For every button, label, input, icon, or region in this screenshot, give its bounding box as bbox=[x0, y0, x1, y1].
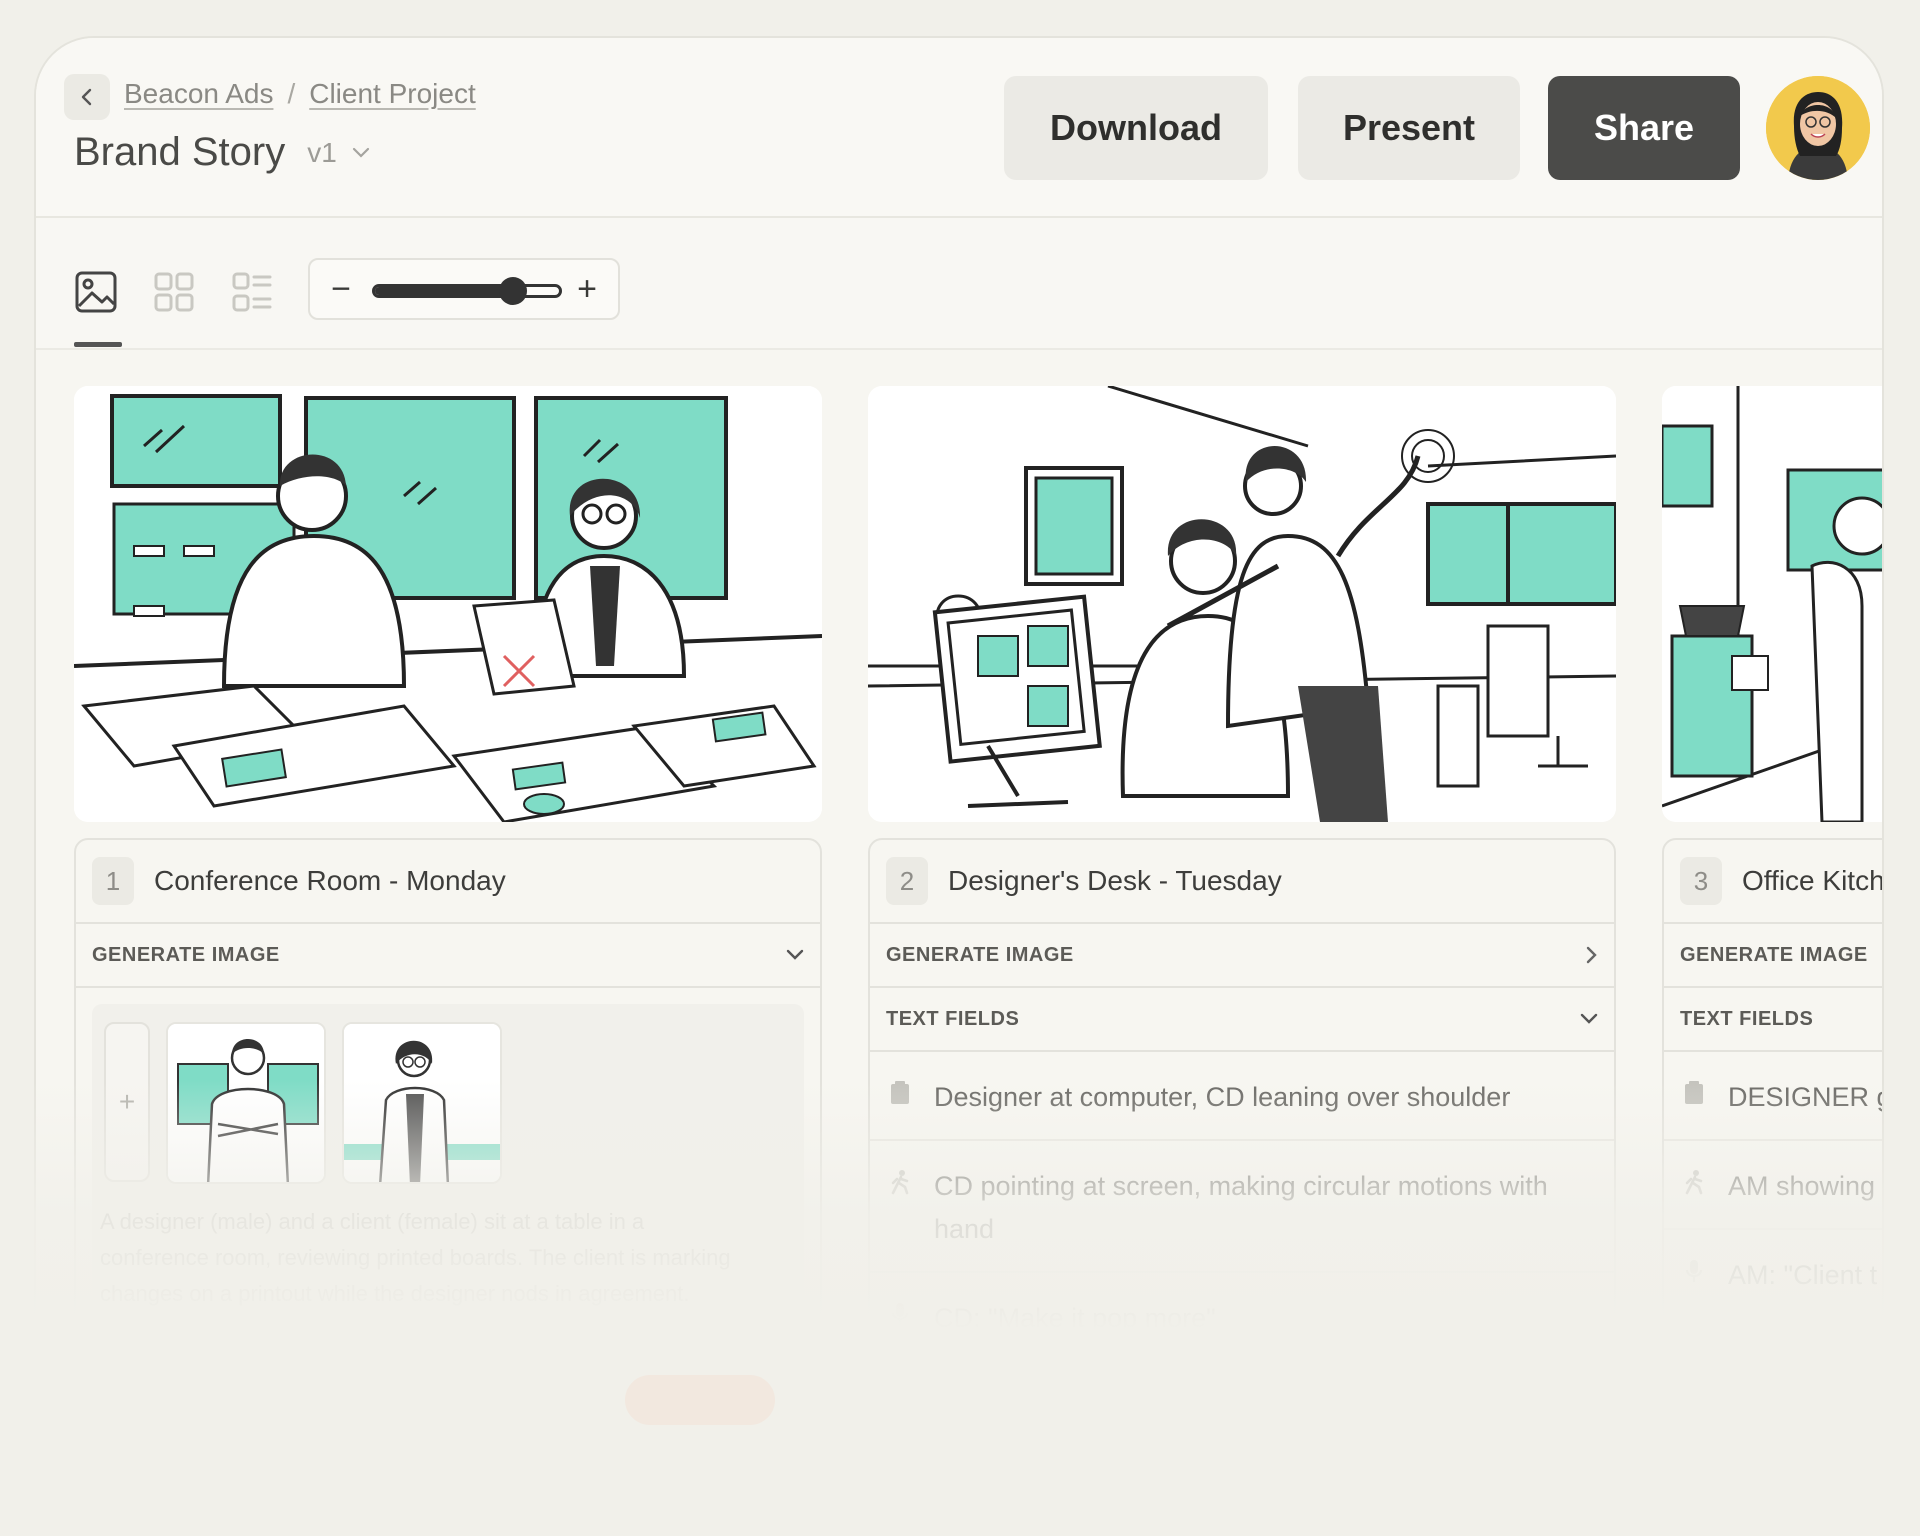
field-text: CD pointing at screen, making circular m… bbox=[934, 1171, 1548, 1244]
scene-image-3[interactable] bbox=[1662, 386, 1882, 822]
microphone-icon bbox=[1685, 1260, 1703, 1282]
view-toolbar: − + bbox=[36, 218, 1882, 350]
grid-view-icon[interactable] bbox=[152, 270, 196, 314]
back-button[interactable] bbox=[64, 74, 110, 120]
section-label: GENERATE IMAGE bbox=[92, 943, 280, 966]
generate-image-panel: + A designer (male) and a client (female… bbox=[92, 1004, 804, 1524]
avatar[interactable] bbox=[1766, 76, 1870, 180]
clapperboard-icon bbox=[891, 1081, 909, 1104]
active-view-indicator bbox=[74, 342, 122, 347]
download-button[interactable]: Download bbox=[1004, 76, 1268, 180]
field-text: Designer at computer, CD leaning over sh… bbox=[934, 1082, 1511, 1112]
text-field-action[interactable]: AM showing bbox=[1664, 1141, 1882, 1230]
walking-person-icon bbox=[891, 1170, 909, 1195]
text-field-action[interactable]: CD pointing at screen, making circular m… bbox=[870, 1141, 1614, 1273]
scene-title[interactable]: Office Kitch bbox=[1742, 865, 1882, 897]
field-text: CD: "Make it pop more" bbox=[934, 1303, 1216, 1333]
text-fields-section-toggle[interactable]: TEXT FIELDS bbox=[1664, 988, 1882, 1052]
image-view-icon[interactable] bbox=[74, 270, 118, 314]
conference-room-illustration bbox=[74, 386, 822, 822]
user-avatar-icon bbox=[1766, 76, 1870, 180]
breadcrumb: Beacon Ads / Client Project bbox=[124, 78, 476, 110]
text-field-dialogue[interactable]: AM: "Client t bbox=[1664, 1230, 1882, 1319]
scene-description[interactable]: A designer (male) and a client (female) … bbox=[100, 1204, 740, 1312]
scene-header: 3 Office Kitch bbox=[1664, 840, 1882, 924]
text-field-dialogue[interactable]: CD: "Make it pop more" bbox=[870, 1273, 1614, 1362]
generate-image-section-toggle[interactable]: GENERATE IMAGE bbox=[76, 924, 820, 988]
zoom-slider[interactable] bbox=[372, 277, 562, 305]
header: Beacon Ads / Client Project Brand Story … bbox=[36, 38, 1882, 218]
scene-panel-1: 1 Conference Room - Monday GENERATE IMAG… bbox=[74, 838, 822, 1534]
chevron-down-icon bbox=[786, 949, 804, 960]
chevron-right-icon bbox=[1586, 946, 1597, 964]
section-label: GENERATE IMAGE bbox=[886, 943, 1074, 966]
client-character-thumbnail bbox=[344, 1024, 500, 1182]
field-text: AM showing bbox=[1728, 1171, 1876, 1201]
breadcrumb-beacon-ads[interactable]: Beacon Ads bbox=[124, 78, 273, 110]
zoom-slider-thumb[interactable] bbox=[499, 277, 527, 305]
scene-number: 1 bbox=[92, 857, 134, 905]
scene-image-2[interactable] bbox=[868, 386, 1616, 822]
scene-number: 2 bbox=[886, 857, 928, 905]
section-label: GENERATE IMAGE bbox=[1680, 943, 1868, 966]
app-window: Beacon Ads / Client Project Brand Story … bbox=[34, 36, 1884, 1536]
scene-image-1[interactable] bbox=[74, 386, 822, 822]
scene-panel-2: 2 Designer's Desk - Tuesday GENERATE IMA… bbox=[868, 838, 1616, 1534]
field-text: AM: "Client t bbox=[1728, 1260, 1878, 1290]
document-title-row: Brand Story v1 bbox=[74, 130, 371, 175]
scene-number: 3 bbox=[1680, 857, 1722, 905]
present-button[interactable]: Present bbox=[1298, 76, 1520, 180]
share-button[interactable]: Share bbox=[1548, 76, 1740, 180]
scene-card-2: 2 Designer's Desk - Tuesday GENERATE IMA… bbox=[868, 386, 1616, 1534]
reference-thumbnail-client[interactable] bbox=[342, 1022, 502, 1184]
scene-panel-3: 3 Office Kitch GENERATE IMAGE TEXT FIELD… bbox=[1662, 838, 1884, 1534]
designer-character-thumbnail bbox=[168, 1024, 324, 1182]
version-label[interactable]: v1 bbox=[307, 137, 337, 169]
zoom-out-button[interactable]: − bbox=[326, 270, 356, 309]
walking-person-icon bbox=[1685, 1170, 1703, 1195]
reference-thumbnail-designer[interactable] bbox=[166, 1022, 326, 1184]
scene-header: 1 Conference Room - Monday bbox=[76, 840, 820, 924]
zoom-slider-fill bbox=[375, 287, 513, 295]
scene-title[interactable]: Designer's Desk - Tuesday bbox=[948, 865, 1282, 897]
generate-button-faded bbox=[625, 1375, 775, 1425]
generate-image-section-toggle[interactable]: GENERATE IMAGE bbox=[1664, 924, 1882, 988]
list-view-icon[interactable] bbox=[230, 270, 274, 314]
microphone-icon bbox=[891, 1303, 909, 1325]
text-field-scene[interactable]: Designer at computer, CD leaning over sh… bbox=[870, 1052, 1614, 1141]
designer-desk-illustration bbox=[868, 386, 1616, 822]
breadcrumb-separator: / bbox=[287, 78, 296, 109]
chevron-down-icon bbox=[1580, 1013, 1598, 1024]
section-label: TEXT FIELDS bbox=[1680, 1007, 1814, 1030]
page-title: Brand Story bbox=[74, 130, 286, 174]
zoom-control: − + bbox=[308, 258, 620, 320]
scene-card-1: 1 Conference Room - Monday GENERATE IMAG… bbox=[74, 386, 822, 1534]
breadcrumb-client-project[interactable]: Client Project bbox=[309, 78, 476, 110]
section-label: TEXT FIELDS bbox=[886, 1007, 1020, 1030]
clapperboard-icon bbox=[1685, 1081, 1703, 1104]
text-fields-section-toggle[interactable]: TEXT FIELDS bbox=[870, 988, 1614, 1052]
office-kitchen-illustration bbox=[1662, 386, 1882, 822]
chevron-left-icon bbox=[81, 88, 92, 106]
text-field-scene[interactable]: DESIGNER g bbox=[1664, 1052, 1884, 1141]
chevron-down-icon[interactable] bbox=[351, 146, 371, 160]
field-text: DESIGNER g bbox=[1728, 1082, 1884, 1112]
scene-card-3: 3 Office Kitch GENERATE IMAGE TEXT FIELD… bbox=[1662, 386, 1884, 1534]
scene-title[interactable]: Conference Room - Monday bbox=[154, 865, 506, 897]
zoom-in-button[interactable]: + bbox=[572, 270, 602, 309]
scene-header: 2 Designer's Desk - Tuesday bbox=[870, 840, 1614, 924]
add-reference-button[interactable]: + bbox=[104, 1022, 150, 1182]
generate-image-section-toggle[interactable]: GENERATE IMAGE bbox=[870, 924, 1614, 988]
